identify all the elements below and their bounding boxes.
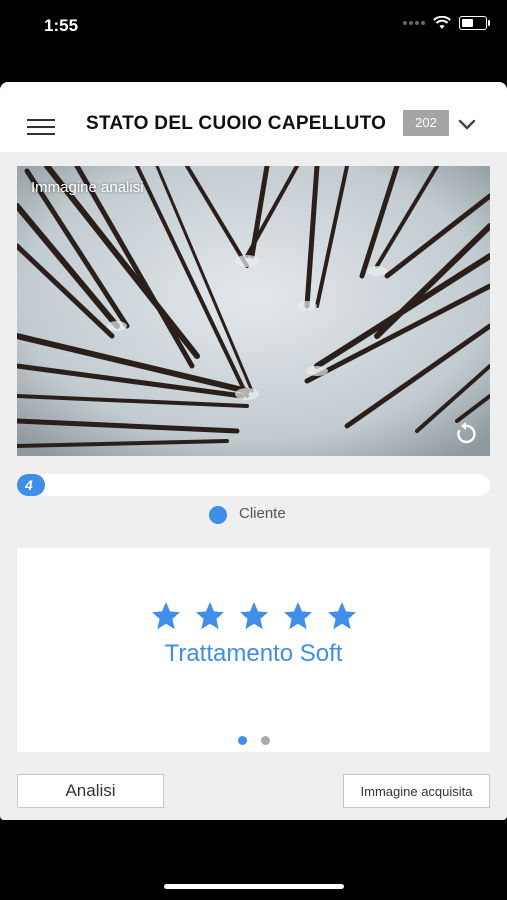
star-icon	[283, 602, 312, 630]
star-icon	[195, 602, 224, 630]
legend-dot	[209, 506, 227, 524]
star-rating	[17, 600, 490, 632]
progress-bar: 4	[17, 474, 490, 496]
page-dot[interactable]	[237, 736, 247, 745]
hamburger-menu-icon[interactable]	[27, 119, 55, 137]
chevron-down-icon[interactable]	[458, 115, 476, 133]
star-icon	[151, 602, 180, 630]
star-icon	[239, 602, 268, 630]
star-icon	[327, 602, 356, 630]
result-card[interactable]: Trattamento Soft	[17, 548, 490, 752]
legend: Cliente	[209, 502, 286, 524]
image-label: Immagine analisi	[31, 179, 144, 196]
status-time: 1:55	[44, 16, 79, 35]
progress-value: 4	[25, 477, 33, 493]
treatment-label: Trattamento Soft	[164, 640, 343, 667]
page-dot[interactable]	[260, 736, 270, 745]
status-icons	[403, 16, 490, 30]
analisi-button[interactable]: Analisi	[17, 774, 164, 808]
scalp-photo	[17, 166, 490, 456]
pagination-dots	[17, 736, 490, 745]
battery-icon	[459, 16, 490, 30]
modal-sheet: STATO DEL CUOIO CAPELLUTO 202 Immagine a…	[0, 82, 507, 820]
analysis-image[interactable]: Immagine analisi	[17, 166, 490, 456]
wifi-icon	[433, 16, 451, 29]
refresh-icon[interactable]	[452, 420, 480, 448]
count-badge: 202	[403, 110, 449, 136]
signal-icon	[403, 21, 425, 25]
page-title: STATO DEL CUOIO CAPELLUTO	[86, 113, 387, 134]
home-indicator	[164, 884, 344, 889]
status-bar: 1:55	[0, 0, 507, 54]
header: STATO DEL CUOIO CAPELLUTO 202	[0, 82, 507, 152]
legend-label: Cliente	[239, 504, 286, 522]
immagine-acquisita-button[interactable]: Immagine acquisita	[343, 774, 490, 808]
